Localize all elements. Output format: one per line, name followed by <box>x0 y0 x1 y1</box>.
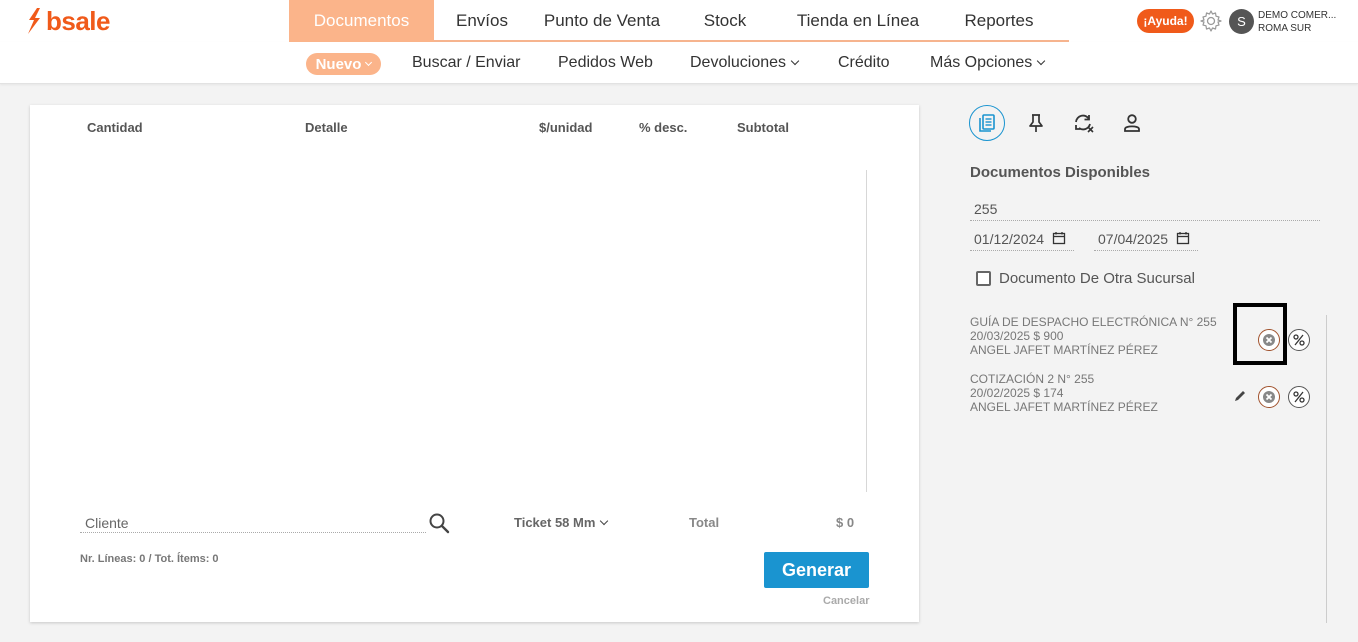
scrollbar-track[interactable] <box>866 170 867 492</box>
date-from-value: 01/12/2024 <box>974 231 1045 247</box>
main-nav: Documentos Envíos Punto de Venta Stock T… <box>289 0 1069 42</box>
nav-stock[interactable]: Stock <box>674 0 776 42</box>
calendar-icon[interactable] <box>1176 231 1190 245</box>
company-name[interactable]: DEMO COMER... ROMA SUR <box>1258 9 1336 35</box>
total-value: $ 0 <box>836 515 855 530</box>
ticket-type-dropdown[interactable]: Ticket 58 Mm <box>514 515 609 530</box>
column-header-subtotal: Subtotal <box>737 120 789 135</box>
sub-nav-label: Pedidos Web <box>558 54 653 71</box>
user-icon <box>1124 114 1140 132</box>
sub-nav-label: Crédito <box>838 54 890 71</box>
document-search-input[interactable]: 255 <box>970 199 1320 221</box>
date-to-value: 07/04/2025 <box>1098 231 1169 247</box>
company-name-line1: DEMO COMER... <box>1258 10 1337 21</box>
sub-nav-devoluciones[interactable]: Devoluciones <box>690 54 800 72</box>
generate-button[interactable]: Generar <box>764 552 869 588</box>
chevron-down-icon <box>1037 56 1046 66</box>
sub-nav-pedidos-web[interactable]: Pedidos Web <box>558 54 653 72</box>
calendar-icon[interactable] <box>1052 231 1066 245</box>
bsale-logo-text: bsale <box>46 5 111 36</box>
discount-button[interactable] <box>1288 386 1310 408</box>
available-document-item[interactable]: GUÍA DE DESPACHO ELECTRÓNICA N° 255 20/0… <box>970 315 1217 357</box>
highlight-box <box>1233 303 1287 365</box>
sub-nav-credito[interactable]: Crédito <box>838 54 890 72</box>
sync-icon <box>1075 114 1094 133</box>
cancel-link[interactable]: Cancelar <box>823 595 869 607</box>
percent-icon <box>1293 391 1305 403</box>
document-date-amount: 20/02/2025 $ 174 <box>970 386 1064 400</box>
nav-tienda-en-linea[interactable]: Tienda en Línea <box>776 0 940 42</box>
document-title: GUÍA DE DESPACHO ELECTRÓNICA N° 255 <box>970 315 1217 329</box>
bsale-logo-icon <box>28 8 40 34</box>
tab-documents[interactable] <box>969 105 1005 141</box>
lines-info: Nr. Líneas: 0 / Tot. Ítems: 0 <box>80 553 219 565</box>
document-title: COTIZACIÓN 2 N° 255 <box>970 372 1095 386</box>
tab-sync[interactable] <box>1066 105 1102 141</box>
document-client: ANGEL JAFET MARTÍNEZ PÉREZ <box>970 343 1158 357</box>
column-header-discount: % desc. <box>639 120 688 135</box>
close-icon <box>1263 391 1275 403</box>
tab-pinned[interactable] <box>1018 105 1054 141</box>
nav-reportes[interactable]: Reportes <box>940 0 1058 42</box>
top-bar: bsale Documentos Envíos Punto de Venta S… <box>0 0 1358 42</box>
document-date-amount: 20/03/2025 $ 900 <box>970 329 1064 343</box>
chevron-down-icon <box>600 516 609 525</box>
column-header-cantidad: Cantidad <box>87 120 143 135</box>
sub-nav-label: Buscar / Enviar <box>412 54 521 71</box>
ticket-type-label: Ticket 58 Mm <box>514 515 596 530</box>
client-input[interactable]: Cliente <box>80 513 426 533</box>
company-name-line2: ROMA SUR <box>1258 23 1312 34</box>
other-branch-checkbox[interactable] <box>976 271 991 286</box>
sub-nav-mas-opciones[interactable]: Más Opciones <box>930 54 1046 72</box>
nuevo-label: Nuevo <box>315 55 362 73</box>
nuevo-dropdown[interactable]: Nuevo <box>306 53 381 75</box>
bsale-logo[interactable]: bsale <box>26 5 111 36</box>
remove-document-button[interactable] <box>1258 386 1280 408</box>
search-icon[interactable] <box>428 512 450 534</box>
right-panel-scrollbar[interactable] <box>1326 315 1327 623</box>
sub-nav-buscar-enviar[interactable]: Buscar / Enviar <box>412 54 520 72</box>
avatar[interactable]: S <box>1229 9 1254 34</box>
column-header-detalle: Detalle <box>305 120 348 135</box>
column-header-unit-price: $/unidad <box>539 120 593 135</box>
discount-button[interactable] <box>1288 329 1310 351</box>
sub-nav-label: Más Opciones <box>930 54 1033 71</box>
available-document-item[interactable]: COTIZACIÓN 2 N° 255 20/02/2025 $ 174 ANG… <box>970 372 1158 414</box>
pin-icon <box>1029 114 1043 132</box>
help-button[interactable]: ¡Ayuda! <box>1137 9 1194 33</box>
document-client: ANGEL JAFET MARTÍNEZ PÉREZ <box>970 400 1158 414</box>
available-documents-title: Documentos Disponibles <box>970 164 1151 181</box>
tab-user[interactable] <box>1114 105 1150 141</box>
other-branch-label: Documento De Otra Sucursal <box>999 270 1195 287</box>
nav-documentos[interactable]: Documentos <box>289 0 434 42</box>
percent-icon <box>1293 334 1305 346</box>
nav-punto-de-venta[interactable]: Punto de Venta <box>530 0 674 42</box>
nav-envios[interactable]: Envíos <box>434 0 530 42</box>
documents-icon <box>979 114 995 132</box>
total-label: Total <box>689 515 720 530</box>
chevron-down-icon <box>365 58 373 66</box>
chevron-down-icon <box>790 56 800 66</box>
pencil-icon[interactable] <box>1233 389 1247 403</box>
sub-nav-label: Devoluciones <box>690 54 787 71</box>
gear-icon[interactable] <box>1199 9 1223 33</box>
document-panel: Cantidad Detalle $/unidad % desc. Subtot… <box>30 105 919 622</box>
sub-nav: Nuevo Buscar / Enviar Pedidos Web Devolu… <box>0 42 1358 84</box>
